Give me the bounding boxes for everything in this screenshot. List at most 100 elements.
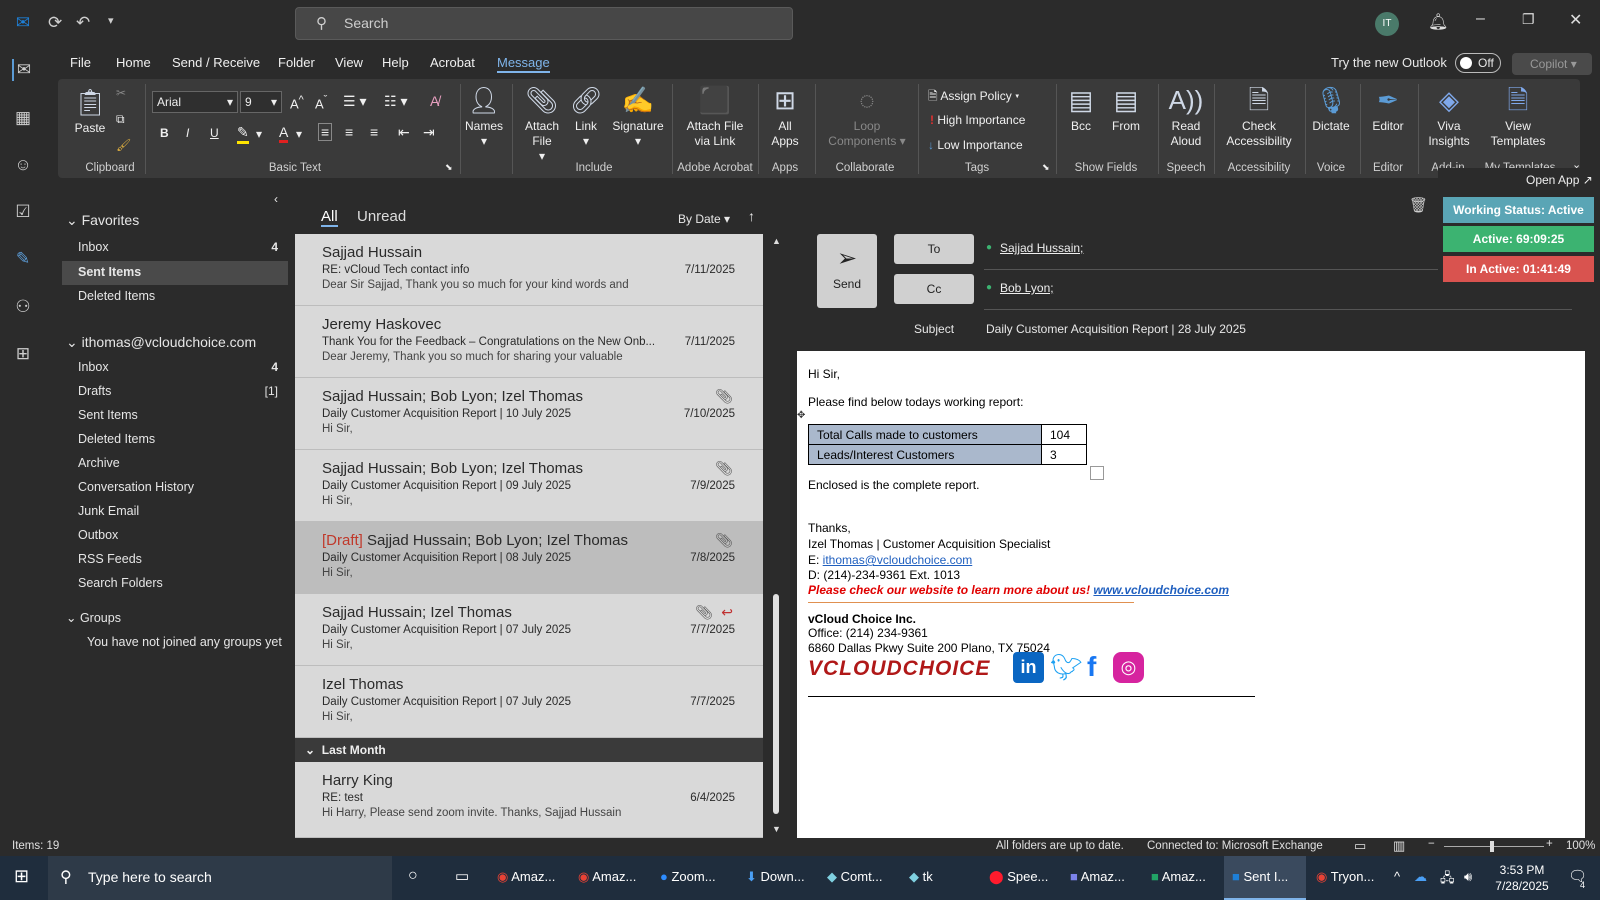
folder-drafts[interactable]: Drafts [1] <box>78 384 278 398</box>
website-link[interactable]: www.vcloudchoice.com <box>1093 583 1229 597</box>
assign-policy-button[interactable]: 🗎︎ Assign Policy ▾ <box>928 87 1019 108</box>
folder-inbox[interactable]: Inbox 4 <box>78 360 278 374</box>
taskbar-app-tk[interactable]: ◆ tk <box>909 869 933 885</box>
menu-help[interactable]: Help <box>382 55 409 70</box>
cc-button[interactable]: Cc <box>894 274 974 304</box>
italic-icon[interactable]: I <box>186 126 189 140</box>
from-button[interactable]: ▤ From <box>1106 84 1146 134</box>
search-input[interactable]: ⚲ Search <box>295 7 793 40</box>
signature-email-link[interactable]: ithomas@vcloudchoice.com <box>823 553 973 567</box>
menu-home[interactable]: Home <box>116 55 151 70</box>
folder-outbox[interactable]: Outbox <box>78 528 118 542</box>
close-icon[interactable]: ✕ <box>1569 10 1582 30</box>
read-aloud-button[interactable]: A)) Read Aloud <box>1164 84 1208 149</box>
customize-toolbar-icon[interactable]: ▾ <box>108 14 114 27</box>
align-right-icon[interactable]: ≡ <box>370 124 378 140</box>
menu-send-receive[interactable]: Send / Receive <box>172 55 260 70</box>
tab-all[interactable]: All <box>321 208 338 227</box>
dictate-button[interactable]: 🎙︎ Dictate <box>1308 84 1354 134</box>
network-icon[interactable]: 🖧︎ <box>1440 869 1455 891</box>
list-item-selected[interactable]: [Draft] Sajjad Hussain; Bob Lyon; Izel T… <box>295 522 763 594</box>
taskbar-app-chrome-2[interactable]: ◉ Amaz... <box>578 869 636 885</box>
subject-field[interactable]: Daily Customer Acquisition Report | 28 J… <box>986 322 1246 336</box>
zoom-slider-thumb[interactable] <box>1490 841 1494 852</box>
font-size-select[interactable]: 9 ▾ <box>240 91 282 113</box>
restore-icon[interactable]: ❐ <box>1522 11 1535 28</box>
table-resize-handle[interactable] <box>1090 466 1104 480</box>
clear-formatting-icon[interactable]: A̸ <box>430 93 439 109</box>
folder-favorites-inbox[interactable]: Inbox 4 <box>78 240 278 254</box>
align-left-icon[interactable]: ≡ <box>318 123 333 141</box>
groups-header[interactable]: ⌄ Groups <box>66 610 121 625</box>
zoom-out-icon[interactable]: − <box>1428 838 1435 850</box>
taskbar-search-input[interactable]: ⚲ Type here to search <box>48 856 392 900</box>
taskbar-clock[interactable]: 3:53 PM 7/28/2025 <box>1490 862 1554 894</box>
list-item[interactable]: Jeremy Haskovec Thank You for the Feedba… <box>295 306 763 378</box>
dialog-launcher-icon[interactable]: ⬊ <box>445 162 453 173</box>
taskbar-app-chrome-3[interactable]: ◉ Tryon... <box>1316 869 1374 885</box>
people-icon[interactable]: ☺ <box>12 154 34 176</box>
discard-icon[interactable]: 🗑︎ <box>1409 196 1428 214</box>
taskbar-app-teams[interactable]: ■ Amaz... <box>1070 869 1125 884</box>
high-importance-button[interactable]: ! High Importance <box>930 113 1025 127</box>
scroll-up-icon[interactable]: ▲ <box>772 236 781 246</box>
menu-view[interactable]: View <box>335 55 363 70</box>
tasks-icon[interactable]: ☑ <box>12 201 34 223</box>
collapse-folder-pane-icon[interactable]: ‹ <box>274 192 278 206</box>
editor-button[interactable]: ✒ Editor <box>1364 84 1412 134</box>
mail-icon[interactable]: ✉ <box>12 59 34 81</box>
open-app-link[interactable]: Open App ↗ <box>1526 173 1593 187</box>
bullets-icon[interactable]: ☰ ▾ <box>343 93 366 110</box>
taskbar-app-zoom[interactable]: ● Zoom... <box>660 869 716 884</box>
section-header-last-month[interactable]: ⌄ Last Month <box>295 738 763 762</box>
copilot-button[interactable]: Copilot ▾ <box>1512 53 1592 75</box>
folder-deleted-items[interactable]: Deleted Items <box>78 432 155 446</box>
tray-chevron-icon[interactable]: ^ <box>1394 869 1400 884</box>
reading-view-icon[interactable]: ▥ <box>1393 838 1405 854</box>
bold-icon[interactable]: B <box>160 126 169 140</box>
windows-start-icon[interactable]: ⊞ <box>14 866 29 887</box>
bell-icon[interactable]: 🔔︎ <box>1428 12 1448 32</box>
attach-via-link-button[interactable]: ⬛ Attach File via Link <box>678 84 752 149</box>
check-accessibility-button[interactable]: 🗎︎ Check Accessibility <box>1216 84 1302 149</box>
folder-conversation-history[interactable]: Conversation History <box>78 480 194 494</box>
list-item[interactable]: Sajjad Hussain RE: vCloud Tech contact i… <box>295 234 763 306</box>
font-color-icon[interactable]: A <box>279 124 289 143</box>
menu-acrobat[interactable]: Acrobat <box>430 55 475 70</box>
notes-icon[interactable]: ✎ <box>12 248 34 270</box>
paste-button[interactable]: 📋︎ Paste <box>70 86 110 136</box>
list-item[interactable]: Sajjad Hussain; Bob Lyon; Izel Thomas 📎︎… <box>295 378 763 450</box>
groups-icon[interactable]: ⚇ <box>12 296 34 318</box>
folder-sent-items[interactable]: Sent Items <box>78 408 138 422</box>
undo-icon[interactable]: ↶ <box>76 13 90 33</box>
folder-junk-email[interactable]: Junk Email <box>78 504 139 518</box>
taskbar-app-opera[interactable]: ⬤ Spee... <box>989 869 1048 885</box>
tags-dialog-launcher-icon[interactable]: ⬊ <box>1042 162 1050 173</box>
table-move-handle-icon[interactable]: ✥ <box>797 410 805 421</box>
apps-icon[interactable]: ⊞ <box>12 343 34 365</box>
taskbar-app-chrome[interactable]: ◉ Amaz... <box>497 869 555 885</box>
list-item[interactable]: Sajjad Hussain; Izel Thomas 📎︎ ↩ Daily C… <box>295 594 763 666</box>
account-header[interactable]: ⌄ ithomas@vcloudchoice.com <box>66 334 256 351</box>
low-importance-button[interactable]: ↓ Low Importance <box>928 138 1023 152</box>
linkedin-icon[interactable]: in <box>1013 652 1044 683</box>
list-item[interactable]: Harry King RE: test Hi Harry, Please sen… <box>295 762 763 838</box>
volume-icon[interactable]: 🔊︎ <box>1464 869 1472 885</box>
shrink-font-icon[interactable]: Aˇ <box>315 94 327 111</box>
cortana-icon[interactable]: ○ <box>408 867 418 885</box>
cut-icon[interactable]: ✂ <box>116 86 126 100</box>
scrollbar-thumb[interactable] <box>773 594 779 814</box>
folder-favorites-sent-items[interactable]: Sent Items <box>78 265 141 279</box>
folder-rss-feeds[interactable]: RSS Feeds <box>78 552 142 566</box>
minimize-icon[interactable]: – <box>1476 10 1485 28</box>
loop-components-button[interactable]: ◌ Loop Components ▾ <box>822 84 912 149</box>
to-button[interactable]: To <box>894 234 974 264</box>
calendar-icon[interactable]: ▦ <box>12 107 34 129</box>
onedrive-icon[interactable]: ☁ <box>1414 869 1427 885</box>
list-item[interactable]: Sajjad Hussain; Bob Lyon; Izel Thomas 📎︎… <box>295 450 763 522</box>
avatar[interactable]: IT <box>1375 12 1399 36</box>
folder-archive[interactable]: Archive <box>78 456 120 470</box>
format-painter-icon[interactable]: 🖌︎ <box>116 138 131 152</box>
zoom-slider[interactable] <box>1444 846 1544 847</box>
taskbar-app-excel[interactable]: ■ Amaz... <box>1151 869 1206 884</box>
